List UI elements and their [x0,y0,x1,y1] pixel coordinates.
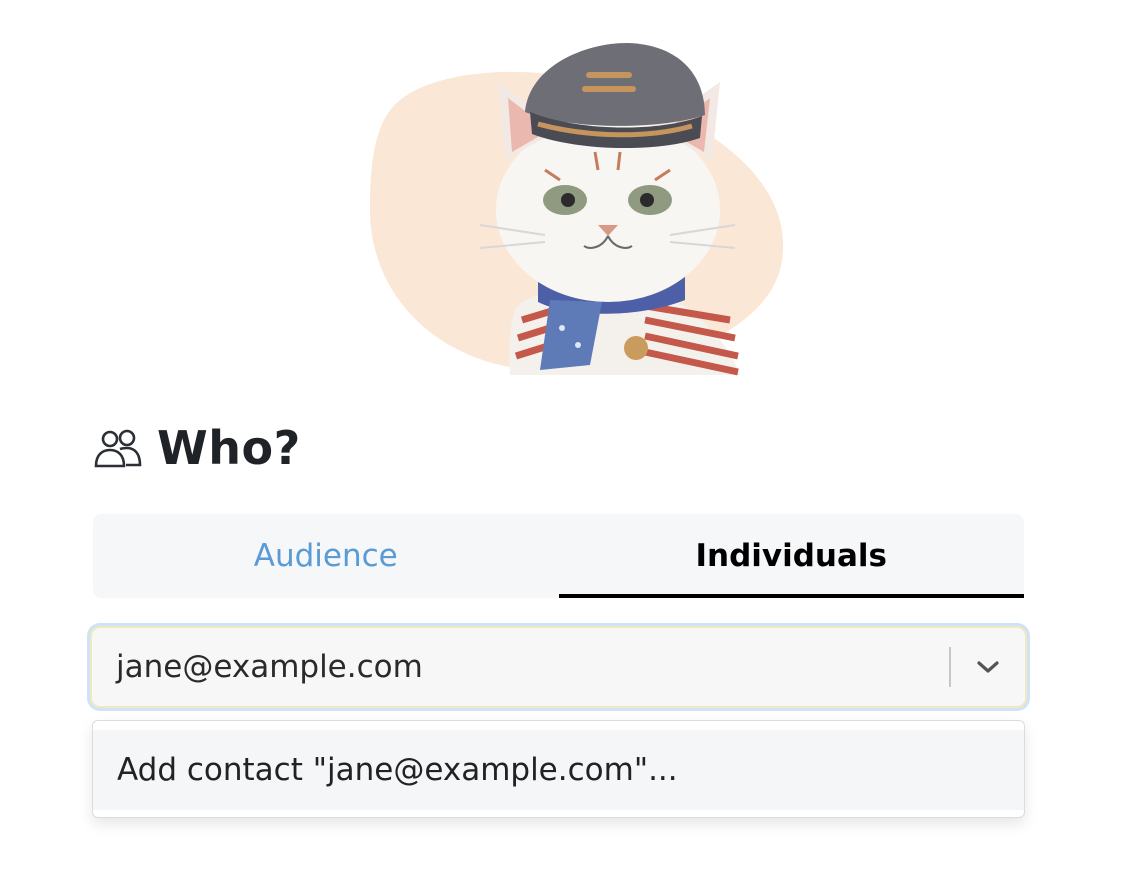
people-icon [94,429,142,468]
section-heading: Who? [93,418,301,478]
dropdown-toggle-button[interactable] [951,628,1025,706]
recipient-select[interactable]: jane@example.com [90,626,1027,708]
add-contact-option[interactable]: Add contact "jane@example.com"... [93,730,1024,810]
recipient-type-tabs: Audience Individuals [93,514,1024,598]
chevron-down-icon [977,661,999,673]
tab-individuals[interactable]: Individuals [558,514,1024,598]
recipient-select-value[interactable]: jane@example.com [92,649,949,685]
cat-illustration [340,20,810,385]
page-title: Who? [157,421,301,475]
recipient-dropdown-menu: Add contact "jane@example.com"... [92,720,1025,818]
cat-illustration-graphic [370,43,784,376]
tab-audience[interactable]: Audience [93,514,559,598]
page: Who? Audience Individuals jane@example.c… [0,0,1134,882]
